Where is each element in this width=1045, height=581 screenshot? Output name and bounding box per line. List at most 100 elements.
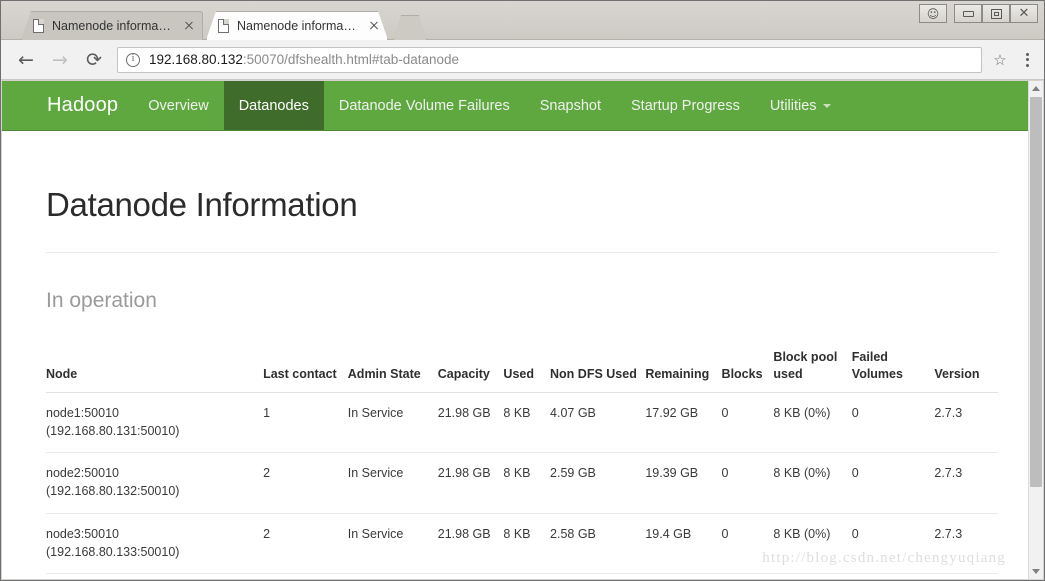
table-row: node1:50010 (192.168.80.131:50010) 1 In … xyxy=(46,392,998,454)
col-failed-volumes[interactable]: Failed Volumes xyxy=(851,349,935,393)
url-host: 192.168.80.132 xyxy=(149,52,243,67)
cell-used: 8 KB xyxy=(503,452,551,514)
scroll-down-icon[interactable] xyxy=(1029,564,1043,579)
cell-non-dfs-used: 2.58 GB xyxy=(550,513,646,575)
nav-label: Utilities xyxy=(769,97,817,114)
table-row: node2:50010 (192.168.80.132:50010) 2 In … xyxy=(46,452,998,514)
cell-last-contact: 2 xyxy=(263,513,348,575)
info-icon[interactable] xyxy=(126,52,140,67)
scroll-up-icon[interactable] xyxy=(1029,81,1043,96)
chevron-down-icon xyxy=(822,103,831,108)
cell-node[interactable]: node2:50010 (192.168.80.132:50010) xyxy=(46,452,264,514)
page-icon xyxy=(218,18,229,33)
col-blocks[interactable]: Blocks xyxy=(721,349,774,393)
minimize-icon xyxy=(962,10,974,17)
section-title: In operation xyxy=(46,289,157,312)
col-block-pool-used[interactable]: Block pool used xyxy=(773,349,852,393)
cell-block-pool-used: 8 KB (0%) xyxy=(773,452,852,514)
browser-menu-icon[interactable] xyxy=(1014,45,1040,75)
new-tab-button[interactable] xyxy=(393,15,427,40)
col-capacity[interactable]: Capacity xyxy=(437,349,504,393)
cell-non-dfs-used: 4.07 GB xyxy=(550,392,646,454)
close-icon[interactable] xyxy=(181,18,197,34)
minimize-button[interactable] xyxy=(954,4,982,23)
cell-blocks: 0 xyxy=(721,452,774,514)
cell-block-pool-used: 8 KB (0%) xyxy=(773,513,852,575)
cell-remaining: 17.92 GB xyxy=(645,392,722,454)
cell-blocks: 0 xyxy=(721,513,774,575)
scrollbar-thumb[interactable] xyxy=(1030,97,1042,487)
close-icon: ✕ xyxy=(1018,6,1030,21)
url-path: :50070/dfshealth.html#tab-datanode xyxy=(242,52,460,67)
browser-window: Namenode information Namenode informatio… xyxy=(0,0,1045,581)
nav-item-startup-progress[interactable]: Startup Progress xyxy=(616,81,755,130)
hadoop-brand[interactable]: Hadoop xyxy=(32,81,133,130)
col-version[interactable]: Version xyxy=(934,349,998,393)
cell-capacity: 21.98 GB xyxy=(437,452,504,514)
page-title: Datanode Information xyxy=(46,131,998,253)
page-body: Datanode Information In operation Node L… xyxy=(2,131,1028,575)
cell-admin-state: In Service xyxy=(347,513,438,575)
browser-tab-2[interactable]: Namenode information xyxy=(206,11,388,40)
table-row: node3:50010 (192.168.80.133:50010) 2 In … xyxy=(46,513,998,575)
bookmark-star-icon[interactable]: ☆ xyxy=(986,46,1014,74)
col-node[interactable]: Node xyxy=(46,349,264,393)
col-last-contact[interactable]: Last contact xyxy=(263,349,348,393)
cell-admin-state: In Service xyxy=(347,452,438,514)
maximize-button[interactable] xyxy=(982,4,1010,23)
page-icon xyxy=(33,18,44,33)
nav-label: Datanode Volume Failures xyxy=(338,97,510,114)
new-tab-background xyxy=(393,15,427,40)
tab-strip: Namenode information Namenode informatio… xyxy=(1,1,1044,40)
cell-blocks: 0 xyxy=(721,392,774,454)
address-bar-url: 192.168.80.132:50070/dfshealth.html#tab-… xyxy=(149,52,459,67)
col-non-dfs-used[interactable]: Non DFS Used xyxy=(550,349,646,393)
cell-failed-volumes: 0 xyxy=(851,392,935,454)
user-profile-button[interactable]: ☺ xyxy=(919,4,947,23)
browser-tab-1[interactable]: Namenode information xyxy=(21,11,203,40)
forward-button[interactable]: → xyxy=(43,43,77,77)
cell-remaining: 19.4 GB xyxy=(645,513,722,575)
person-icon: ☺ xyxy=(926,6,940,21)
datanode-table: Node Last contact Admin State Capacity U… xyxy=(46,349,998,575)
table-header-row: Node Last contact Admin State Capacity U… xyxy=(46,349,998,393)
cell-node[interactable]: node3:50010 (192.168.80.133:50010) xyxy=(46,513,264,575)
nav-label: Datanodes xyxy=(238,97,309,114)
cell-capacity: 21.98 GB xyxy=(437,513,504,575)
cell-admin-state: In Service xyxy=(347,392,438,454)
cell-capacity: 21.98 GB xyxy=(437,392,504,454)
nav-item-overview[interactable]: Overview xyxy=(133,81,223,130)
nav-item-datanodes[interactable]: Datanodes xyxy=(223,81,324,130)
tab-title: Namenode information xyxy=(237,18,358,33)
cell-remaining: 19.39 GB xyxy=(645,452,722,514)
cell-used: 8 KB xyxy=(503,392,551,454)
reload-button[interactable]: ⟳ xyxy=(77,43,111,77)
cell-node[interactable]: node1:50010 (192.168.80.131:50010) xyxy=(46,392,264,454)
col-admin-state[interactable]: Admin State xyxy=(347,349,438,393)
cell-last-contact: 1 xyxy=(263,392,348,454)
cell-version: 2.7.3 xyxy=(934,392,998,454)
maximize-icon xyxy=(990,8,1002,19)
browser-toolbar: ← → ⟳ 192.168.80.132:50070/dfshealth.htm… xyxy=(1,40,1044,80)
cell-version: 2.7.3 xyxy=(934,452,998,514)
cell-failed-volumes: 0 xyxy=(851,513,935,575)
hadoop-navbar: Hadoop Overview Datanodes Datanode Volum… xyxy=(2,81,1028,131)
cell-block-pool-used: 8 KB (0%) xyxy=(773,392,852,454)
address-bar[interactable]: 192.168.80.132:50070/dfshealth.html#tab-… xyxy=(117,46,982,73)
page-viewport: Hadoop Overview Datanodes Datanode Volum… xyxy=(2,81,1043,579)
col-used[interactable]: Used xyxy=(503,349,551,393)
close-icon[interactable] xyxy=(366,18,382,34)
nav-label: Snapshot xyxy=(539,97,602,114)
nav-item-utilities[interactable]: Utilities xyxy=(755,81,846,130)
nav-item-datanode-volume-failures[interactable]: Datanode Volume Failures xyxy=(324,81,525,130)
vertical-scrollbar[interactable] xyxy=(1028,81,1043,579)
cell-failed-volumes: 0 xyxy=(851,452,935,514)
cell-used: 8 KB xyxy=(503,513,551,575)
col-remaining[interactable]: Remaining xyxy=(645,349,722,393)
window-controls: ☺ ✕ xyxy=(919,4,1038,23)
cell-non-dfs-used: 2.59 GB xyxy=(550,452,646,514)
nav-item-snapshot[interactable]: Snapshot xyxy=(525,81,616,130)
page-content: Hadoop Overview Datanodes Datanode Volum… xyxy=(2,81,1028,579)
close-window-button[interactable]: ✕ xyxy=(1010,4,1038,23)
back-button[interactable]: ← xyxy=(9,43,43,77)
